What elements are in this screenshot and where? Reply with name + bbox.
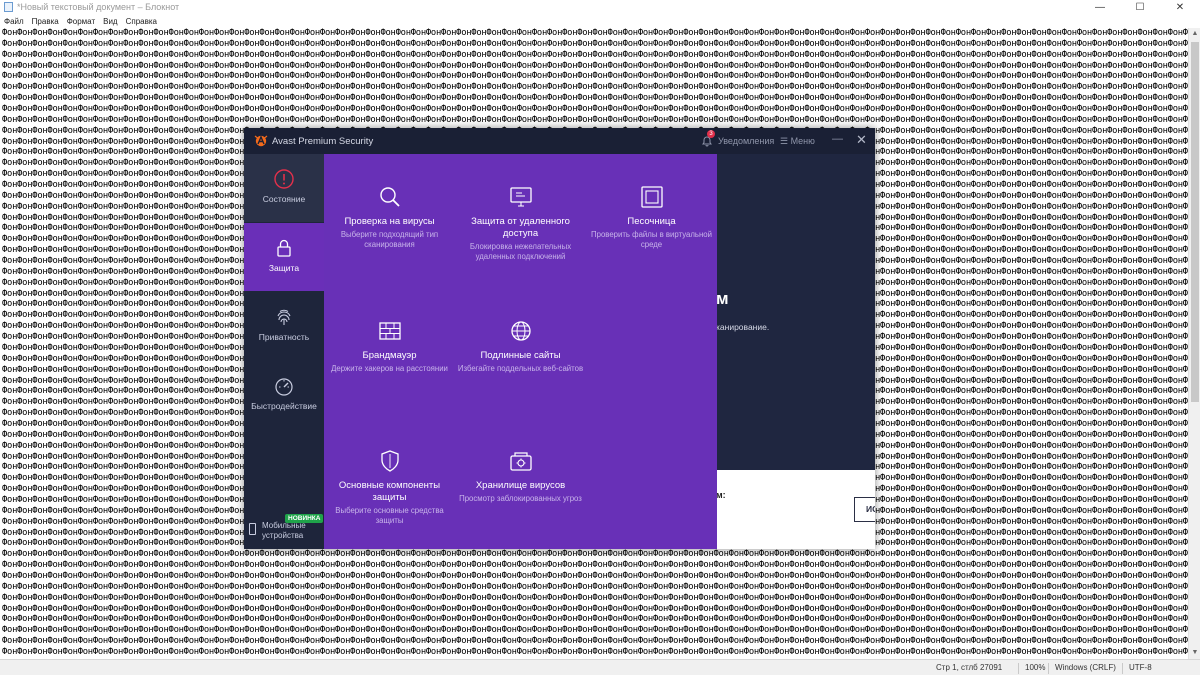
notepad-statusbar: Стр 1, стлб 27091 100% Windows (CRLF) UT… <box>0 659 1200 675</box>
virus-chest-icon <box>509 452 532 471</box>
shield-icon <box>380 450 399 472</box>
dashboard-heading: м <box>716 289 729 308</box>
scroll-up-icon[interactable]: ▲ <box>1189 28 1200 40</box>
status-zoom: 100% <box>1018 663 1045 674</box>
tile-title: Проверка на вирусы <box>344 216 435 227</box>
tile-description: Выберите подходящий тип сканирования <box>340 230 439 249</box>
tile-title: Брандмауэр <box>362 350 417 361</box>
tile-title: Песочница <box>627 216 676 227</box>
menu-file[interactable]: Файл <box>0 16 28 26</box>
tile-description: Просмотр заблокированных угроз <box>459 494 582 503</box>
status-encoding: UTF-8 <box>1122 663 1152 674</box>
new-badge: НОВИНКА <box>285 514 324 523</box>
avast-minimize-button[interactable]: — <box>832 133 843 145</box>
sidebar-item-protection[interactable]: Защита <box>244 223 324 291</box>
tile-sandbox[interactable]: Песочница Проверить файлы в виртуальной … <box>586 184 717 250</box>
notepad-title: *Новый текстовый документ – Блокнот <box>0 2 179 12</box>
tile-description: Избегайте поддельных веб-сайтов <box>457 364 584 373</box>
notepad-menubar: Файл Правка Формат Вид Справка <box>0 16 1200 28</box>
notepad-icon <box>4 2 13 12</box>
avast-window: Avast Premium Security 3 Уведомления ☰ М… <box>244 128 875 549</box>
menu-view[interactable]: Вид <box>99 16 121 26</box>
avast-sidebar: Состояние Защита Приватность Быстродейст… <box>244 154 324 549</box>
sidebar-item-label: Быстродействие <box>251 401 317 411</box>
mobile-label: Мобильные устройства <box>262 521 306 541</box>
vertical-scrollbar[interactable]: ▲ ▼ <box>1188 28 1200 659</box>
avast-titlebar: Avast Premium Security 3 Уведомления ☰ М… <box>244 128 875 154</box>
tile-firewall[interactable]: Брандмауэр Держите хакеров на расстоянии <box>324 318 455 374</box>
status-line-endings: Windows (CRLF) <box>1048 663 1116 674</box>
lock-icon <box>277 239 291 257</box>
tile-description: Выберите основные средства защиты <box>335 506 444 525</box>
phone-icon <box>249 523 256 535</box>
tile-title: Хранилище вирусов <box>475 480 566 491</box>
fingerprint-icon <box>277 309 291 325</box>
notifications-button[interactable]: Уведомления <box>718 136 774 146</box>
globe-icon <box>510 321 531 341</box>
tile-virus-scan[interactable]: Проверка на вирусы Выберите подходящий т… <box>324 184 455 250</box>
speedometer-icon <box>275 378 293 396</box>
issues-label: м: <box>716 490 726 500</box>
sidebar-item-performance[interactable]: Быстродействие <box>244 361 324 429</box>
avast-close-button[interactable]: ✕ <box>856 132 867 148</box>
magnifier-icon <box>379 187 400 207</box>
menu-format[interactable]: Формат <box>63 16 99 26</box>
protection-panel: Проверка на вирусы Выберите подходящий т… <box>324 154 717 549</box>
tile-core-shields[interactable]: Основные компоненты защиты Выберите осно… <box>324 448 455 526</box>
menu-label: Меню <box>790 136 815 146</box>
menu-button[interactable]: ☰ Меню <box>780 136 815 147</box>
status-position: Стр 1, стлб 27091 <box>936 663 1003 672</box>
avast-logo-icon <box>254 135 268 147</box>
fix-button[interactable]: ИСПРАВИТЬ <box>854 497 875 522</box>
sidebar-item-privacy[interactable]: Приватность <box>244 292 324 360</box>
tile-title: Подлинные сайты <box>480 350 561 361</box>
notepad-titlebar: *Новый текстовый документ – Блокнот — ☐ … <box>0 0 1200 16</box>
dashboard-description: канирование. <box>716 322 770 332</box>
menu-edit[interactable]: Правка <box>28 16 63 26</box>
tile-virus-chest[interactable]: Хранилище вирусов Просмотр заблокированн… <box>455 448 586 504</box>
sidebar-item-label: Состояние <box>262 194 306 204</box>
maximize-button[interactable]: ☐ <box>1120 0 1160 16</box>
hamburger-icon: ☰ <box>780 136 791 146</box>
minimize-button[interactable]: — <box>1080 0 1120 16</box>
tile-title: Основные компоненты защиты <box>338 480 441 503</box>
sidebar-item-label: Защита <box>268 263 300 273</box>
tile-title: Защита от удаленного доступа <box>471 216 570 239</box>
tile-description: Блокировка нежелательных удаленных подкл… <box>469 242 572 261</box>
sandbox-icon <box>640 186 663 208</box>
firewall-icon <box>378 322 401 340</box>
notification-count-badge: 3 <box>707 130 715 138</box>
mobile-label-line2: устройства <box>262 531 304 540</box>
tile-description: Проверить файлы в виртуальной среде <box>591 230 712 249</box>
tile-description: Держите хакеров на расстоянии <box>331 364 448 373</box>
avast-title: Avast Premium Security <box>272 136 374 147</box>
remote-desktop-icon <box>509 187 532 207</box>
sidebar-item-state[interactable]: Состояние <box>244 154 324 222</box>
tile-real-sites[interactable]: Подлинные сайты Избегайте поддельных веб… <box>455 318 586 374</box>
scrollbar-thumb[interactable] <box>1191 42 1199 402</box>
close-button[interactable]: ✕ <box>1160 0 1200 16</box>
notepad-title-text: *Новый текстовый документ – Блокнот <box>17 2 180 12</box>
menu-help[interactable]: Справка <box>122 16 161 26</box>
alert-circle-icon <box>274 169 294 189</box>
scroll-down-icon[interactable]: ▼ <box>1189 647 1200 659</box>
sidebar-item-label: Приватность <box>258 332 310 342</box>
tile-remote-access[interactable]: Защита от удаленного доступа Блокировка … <box>455 184 586 262</box>
